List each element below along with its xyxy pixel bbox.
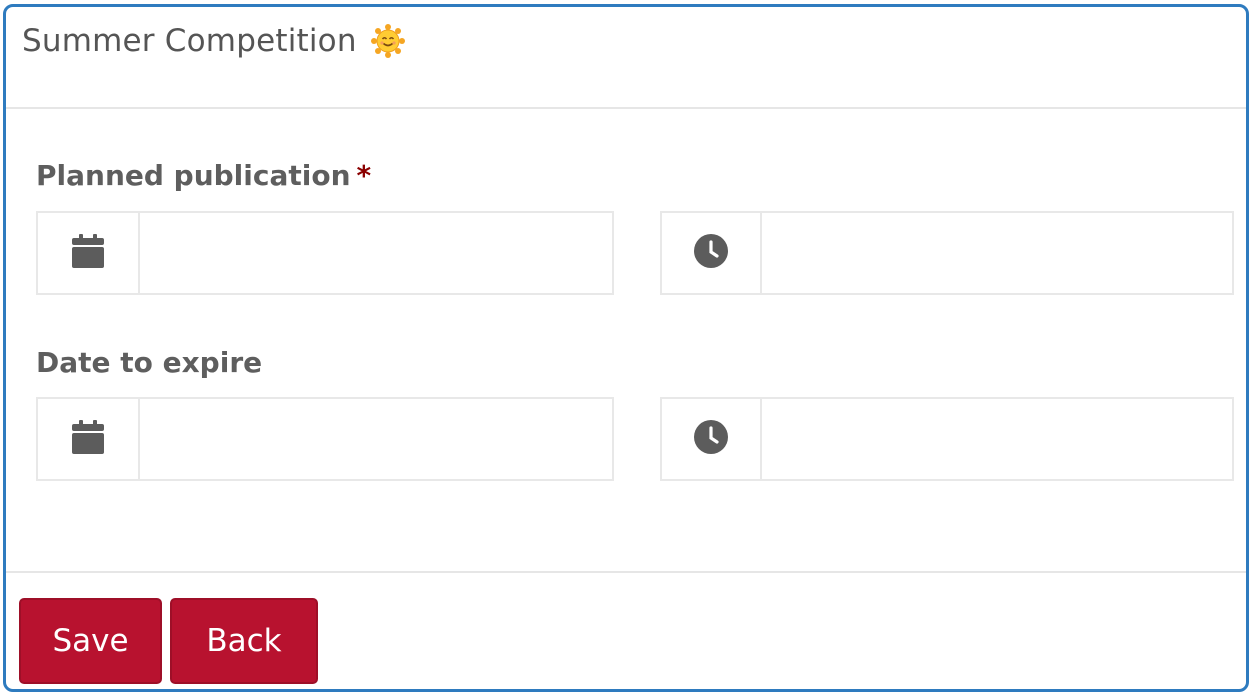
planned-date-addon[interactable] — [38, 213, 140, 293]
competition-card: Summer Competition Planned publication *… — [3, 4, 1249, 692]
planned-time-addon[interactable] — [662, 213, 762, 293]
planned-time-field — [660, 211, 1234, 295]
date-to-expire-label: Date to expire — [36, 346, 263, 379]
expire-date-addon[interactable] — [38, 399, 140, 479]
calendar-icon — [71, 419, 105, 459]
save-button[interactable]: Save — [19, 598, 162, 684]
planned-publication-label: Planned publication * — [36, 159, 371, 192]
expire-time-addon[interactable] — [662, 399, 762, 479]
expire-date-input[interactable] — [140, 399, 612, 479]
smiling-sun-icon — [370, 24, 405, 58]
back-button[interactable]: Back — [170, 598, 318, 684]
card-header: Summer Competition — [6, 7, 1246, 109]
card-body: Planned publication * Date to expire — [6, 109, 1246, 571]
expire-date-field — [36, 397, 614, 481]
clock-icon — [693, 233, 729, 273]
planned-publication-label-text: Planned publication — [36, 159, 351, 192]
required-marker: * — [356, 159, 372, 192]
clock-icon — [693, 419, 729, 459]
planned-date-input[interactable] — [140, 213, 612, 293]
expire-time-input[interactable] — [762, 399, 1232, 479]
calendar-icon — [71, 233, 105, 273]
card-title-wrap: Summer Competition — [22, 23, 405, 59]
card-footer: Save Back — [6, 571, 1246, 689]
planned-date-field — [36, 211, 614, 295]
planned-time-input[interactable] — [762, 213, 1232, 293]
card-title: Summer Competition — [22, 23, 357, 59]
expire-time-field — [660, 397, 1234, 481]
